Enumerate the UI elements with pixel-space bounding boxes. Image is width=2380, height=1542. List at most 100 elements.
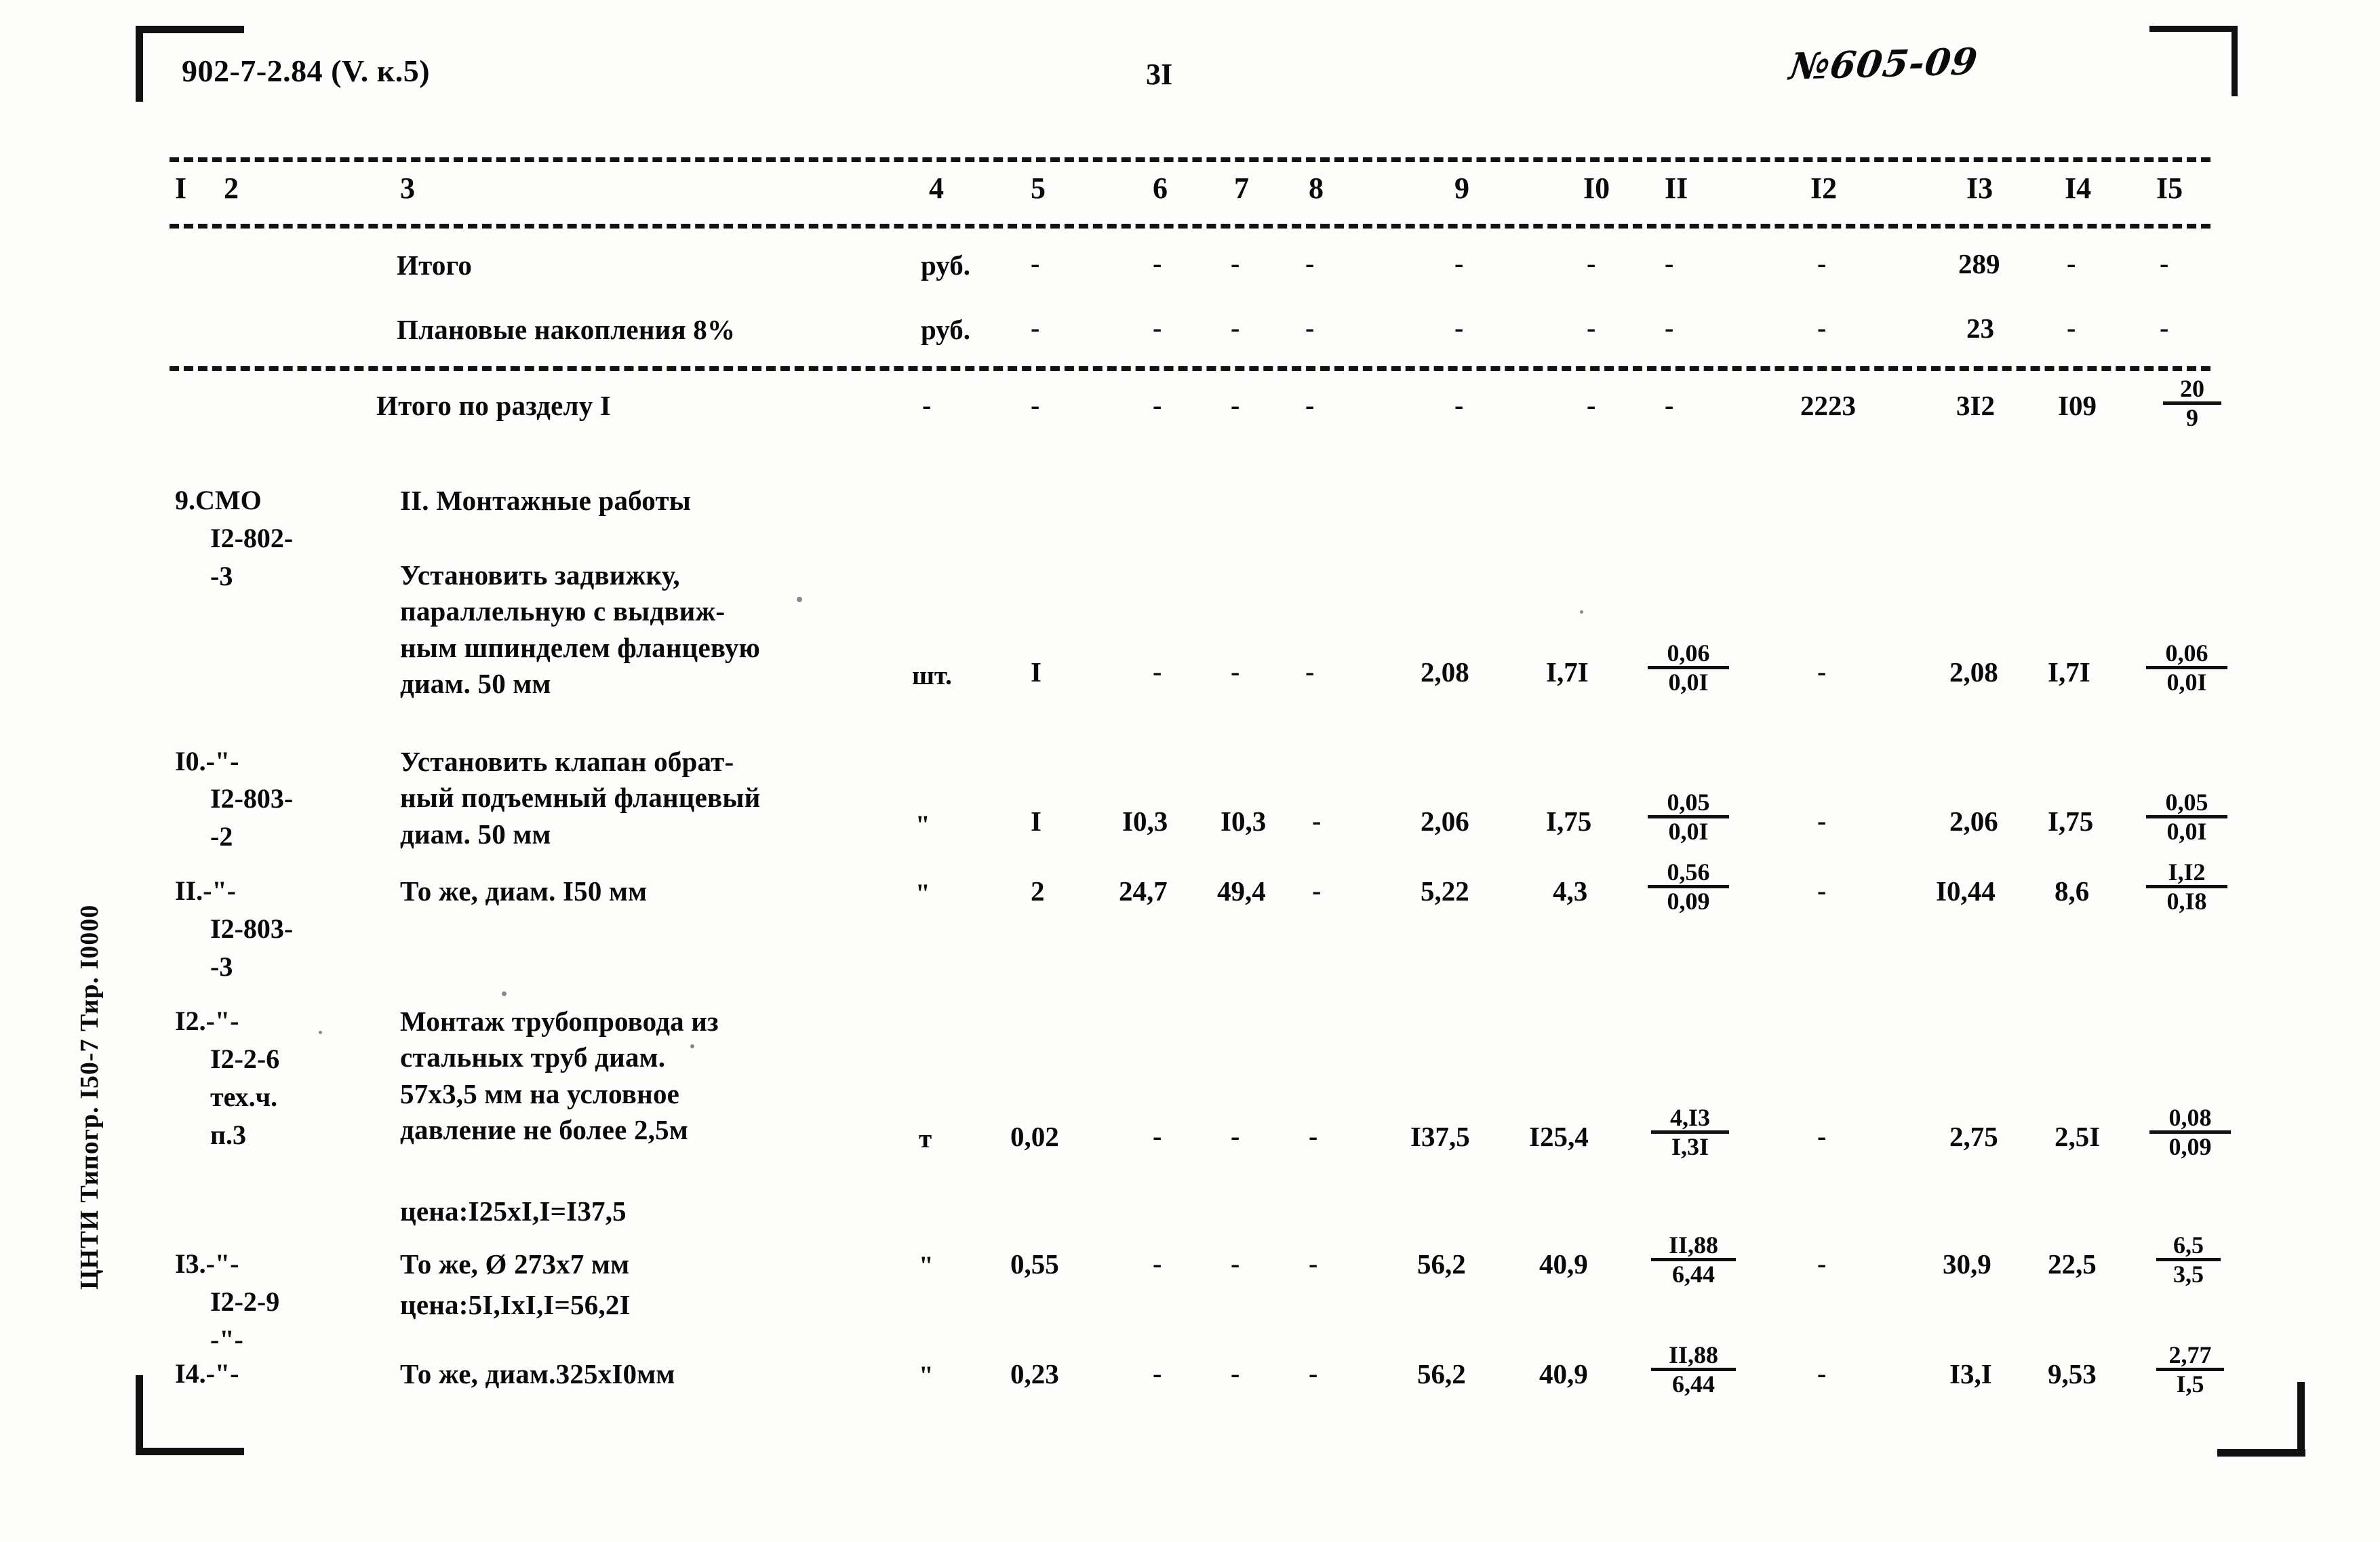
summary-row-c8: - <box>1305 313 1315 343</box>
row-c7: - <box>1231 1358 1240 1389</box>
scan-speckle <box>1580 610 1583 614</box>
fraction-denominator: 6,44 <box>1651 1367 1736 1397</box>
fraction-numerator: 0,08 <box>2168 1104 2212 1131</box>
column-header-12: I2 <box>1810 172 1838 205</box>
row-c13: 30,9 <box>1943 1248 1991 1280</box>
scan-speckle <box>690 1044 694 1048</box>
scan-speckle <box>797 597 802 602</box>
row-c7: I0,3 <box>1221 806 1267 837</box>
row-c12: - <box>1817 1358 1827 1389</box>
row-c10: 40,9 <box>1539 1248 1588 1280</box>
row-c8: - <box>1312 875 1322 906</box>
row-c15-fraction: 0,06 0,0I <box>2146 641 2227 694</box>
row-item-number: II.-"- <box>175 875 236 906</box>
section-total-c14: I09 <box>2058 390 2097 421</box>
row-item-code-line2: I2-2-6 <box>210 1044 280 1074</box>
fraction-denominator: 9 <box>2163 401 2221 431</box>
row-c8: - <box>1312 806 1322 836</box>
row-c7: - <box>1231 656 1240 687</box>
fraction-denominator: 0,0I <box>2146 814 2227 844</box>
fraction-numerator: 0,05 <box>1667 789 1710 816</box>
row-c9: I37,5 <box>1410 1121 1470 1152</box>
summary-row-label: Плановые накопления 8% <box>397 314 736 345</box>
summary-row-c9: - <box>1454 248 1464 279</box>
row-item-code-line2: I2-803- <box>210 913 294 944</box>
document-page: 902-7-2.84 (V. к.5) 3I №605-09 I 2 3 4 5… <box>0 0 2380 1542</box>
fraction-numerator: 4,I3 <box>1669 1104 1710 1131</box>
section-title: II. Монтажные работы <box>400 485 692 516</box>
row-c5: 0,23 <box>1010 1358 1059 1389</box>
summary-row-c10: - <box>1587 248 1596 279</box>
row-c11-fraction: 0,06 0,0I <box>1648 641 1729 694</box>
row-c12: - <box>1817 656 1827 687</box>
column-header-3: 3 <box>400 172 415 205</box>
fraction-denominator: 0,I8 <box>2146 884 2227 914</box>
section-total-c12: 2223 <box>1800 390 1856 421</box>
fraction-denominator: 0,09 <box>1648 884 1729 914</box>
row-unit: т <box>919 1124 932 1153</box>
fraction-numerator: II,88 <box>1668 1231 1719 1259</box>
row-c8: - <box>1305 656 1315 687</box>
summary-row-c8: - <box>1305 248 1315 279</box>
fraction-numerator: 2,77 <box>2168 1341 2212 1368</box>
row-unit: " <box>919 1361 934 1390</box>
row-c14: I,75 <box>2048 806 2094 837</box>
row-description: Установить задвижку, параллельную с выдв… <box>400 559 761 699</box>
row-c11-fraction: 4,I3 I,3I <box>1651 1105 1729 1159</box>
row-c10: 4,3 <box>1553 875 1588 907</box>
archive-stamp-code: №605-09 <box>1787 39 1981 88</box>
section-total-c15-fraction: 20 9 <box>2163 376 2221 430</box>
row-unit: " <box>915 879 930 908</box>
row-c9: 2,06 <box>1421 806 1469 837</box>
row-c5: I <box>1031 806 1042 837</box>
summary-row-c13: 289 <box>1958 248 2000 279</box>
summary-row-c5: - <box>1031 248 1040 279</box>
column-header-8: 8 <box>1309 172 1324 205</box>
document-code: 902-7-2.84 (V. к.5) <box>182 54 431 88</box>
row-description: То же, диам. I50 мм <box>400 875 648 907</box>
summary-row-c5: - <box>1031 313 1040 343</box>
section-total-c6: - <box>1153 390 1162 420</box>
row-description: Установить клапан обрат- ный подъемный ф… <box>400 746 761 850</box>
row-c9: 5,22 <box>1421 875 1469 907</box>
row-item-number: I3.-"- <box>175 1248 239 1279</box>
row-c6: I0,3 <box>1122 806 1168 837</box>
row-c15-fraction: 2,77 I,5 <box>2156 1343 2224 1396</box>
row-c10: I,75 <box>1546 806 1592 837</box>
row-unit: " <box>915 810 930 839</box>
fraction-denominator: 0,0I <box>1648 814 1729 844</box>
summary-row-c9: - <box>1454 313 1464 343</box>
row-item-code-line3: тех.ч. <box>210 1082 278 1112</box>
row-item-code-line3: -"- <box>210 1324 243 1355</box>
row-c6: - <box>1153 1358 1162 1389</box>
row-unit: " <box>919 1251 934 1280</box>
column-header-7: 7 <box>1234 172 1249 205</box>
column-header-1: I <box>175 172 187 205</box>
row-c13: 2,06 <box>1949 806 1998 837</box>
row-price-note: цена:5I,IхI,I=56,2I <box>400 1289 631 1320</box>
fraction-numerator: II,88 <box>1668 1341 1719 1368</box>
column-header-10: I0 <box>1583 172 1610 205</box>
row-c11-fraction: 0,56 0,09 <box>1648 860 1729 913</box>
section-total-c9: - <box>1454 390 1464 420</box>
fraction-denominator: 0,09 <box>2149 1130 2231 1160</box>
row-c11-fraction: II,88 6,44 <box>1651 1343 1736 1396</box>
row-item-code-line3: -3 <box>210 951 233 982</box>
section-total-c13: 3I2 <box>1956 390 1995 421</box>
summary-row-unit: руб. <box>921 250 970 281</box>
row-c12: - <box>1817 806 1827 836</box>
column-header-4: 4 <box>929 172 944 205</box>
row-c10: I,7I <box>1546 656 1589 688</box>
summary-row-c10: - <box>1587 313 1596 343</box>
fraction-numerator: 20 <box>2180 375 2204 402</box>
row-c12: - <box>1817 1248 1827 1279</box>
row-unit: шт. <box>912 661 952 690</box>
section-total-label: Итого по разделу I <box>376 390 611 421</box>
column-header-9: 9 <box>1454 172 1469 205</box>
row-c14: 2,5I <box>2055 1121 2101 1152</box>
row-c12: - <box>1817 875 1827 906</box>
summary-row-unit: руб. <box>921 314 970 345</box>
row-c11-fraction: II,88 6,44 <box>1651 1233 1736 1286</box>
column-header-13: I3 <box>1966 172 1994 205</box>
summary-row-c6: - <box>1153 313 1162 343</box>
